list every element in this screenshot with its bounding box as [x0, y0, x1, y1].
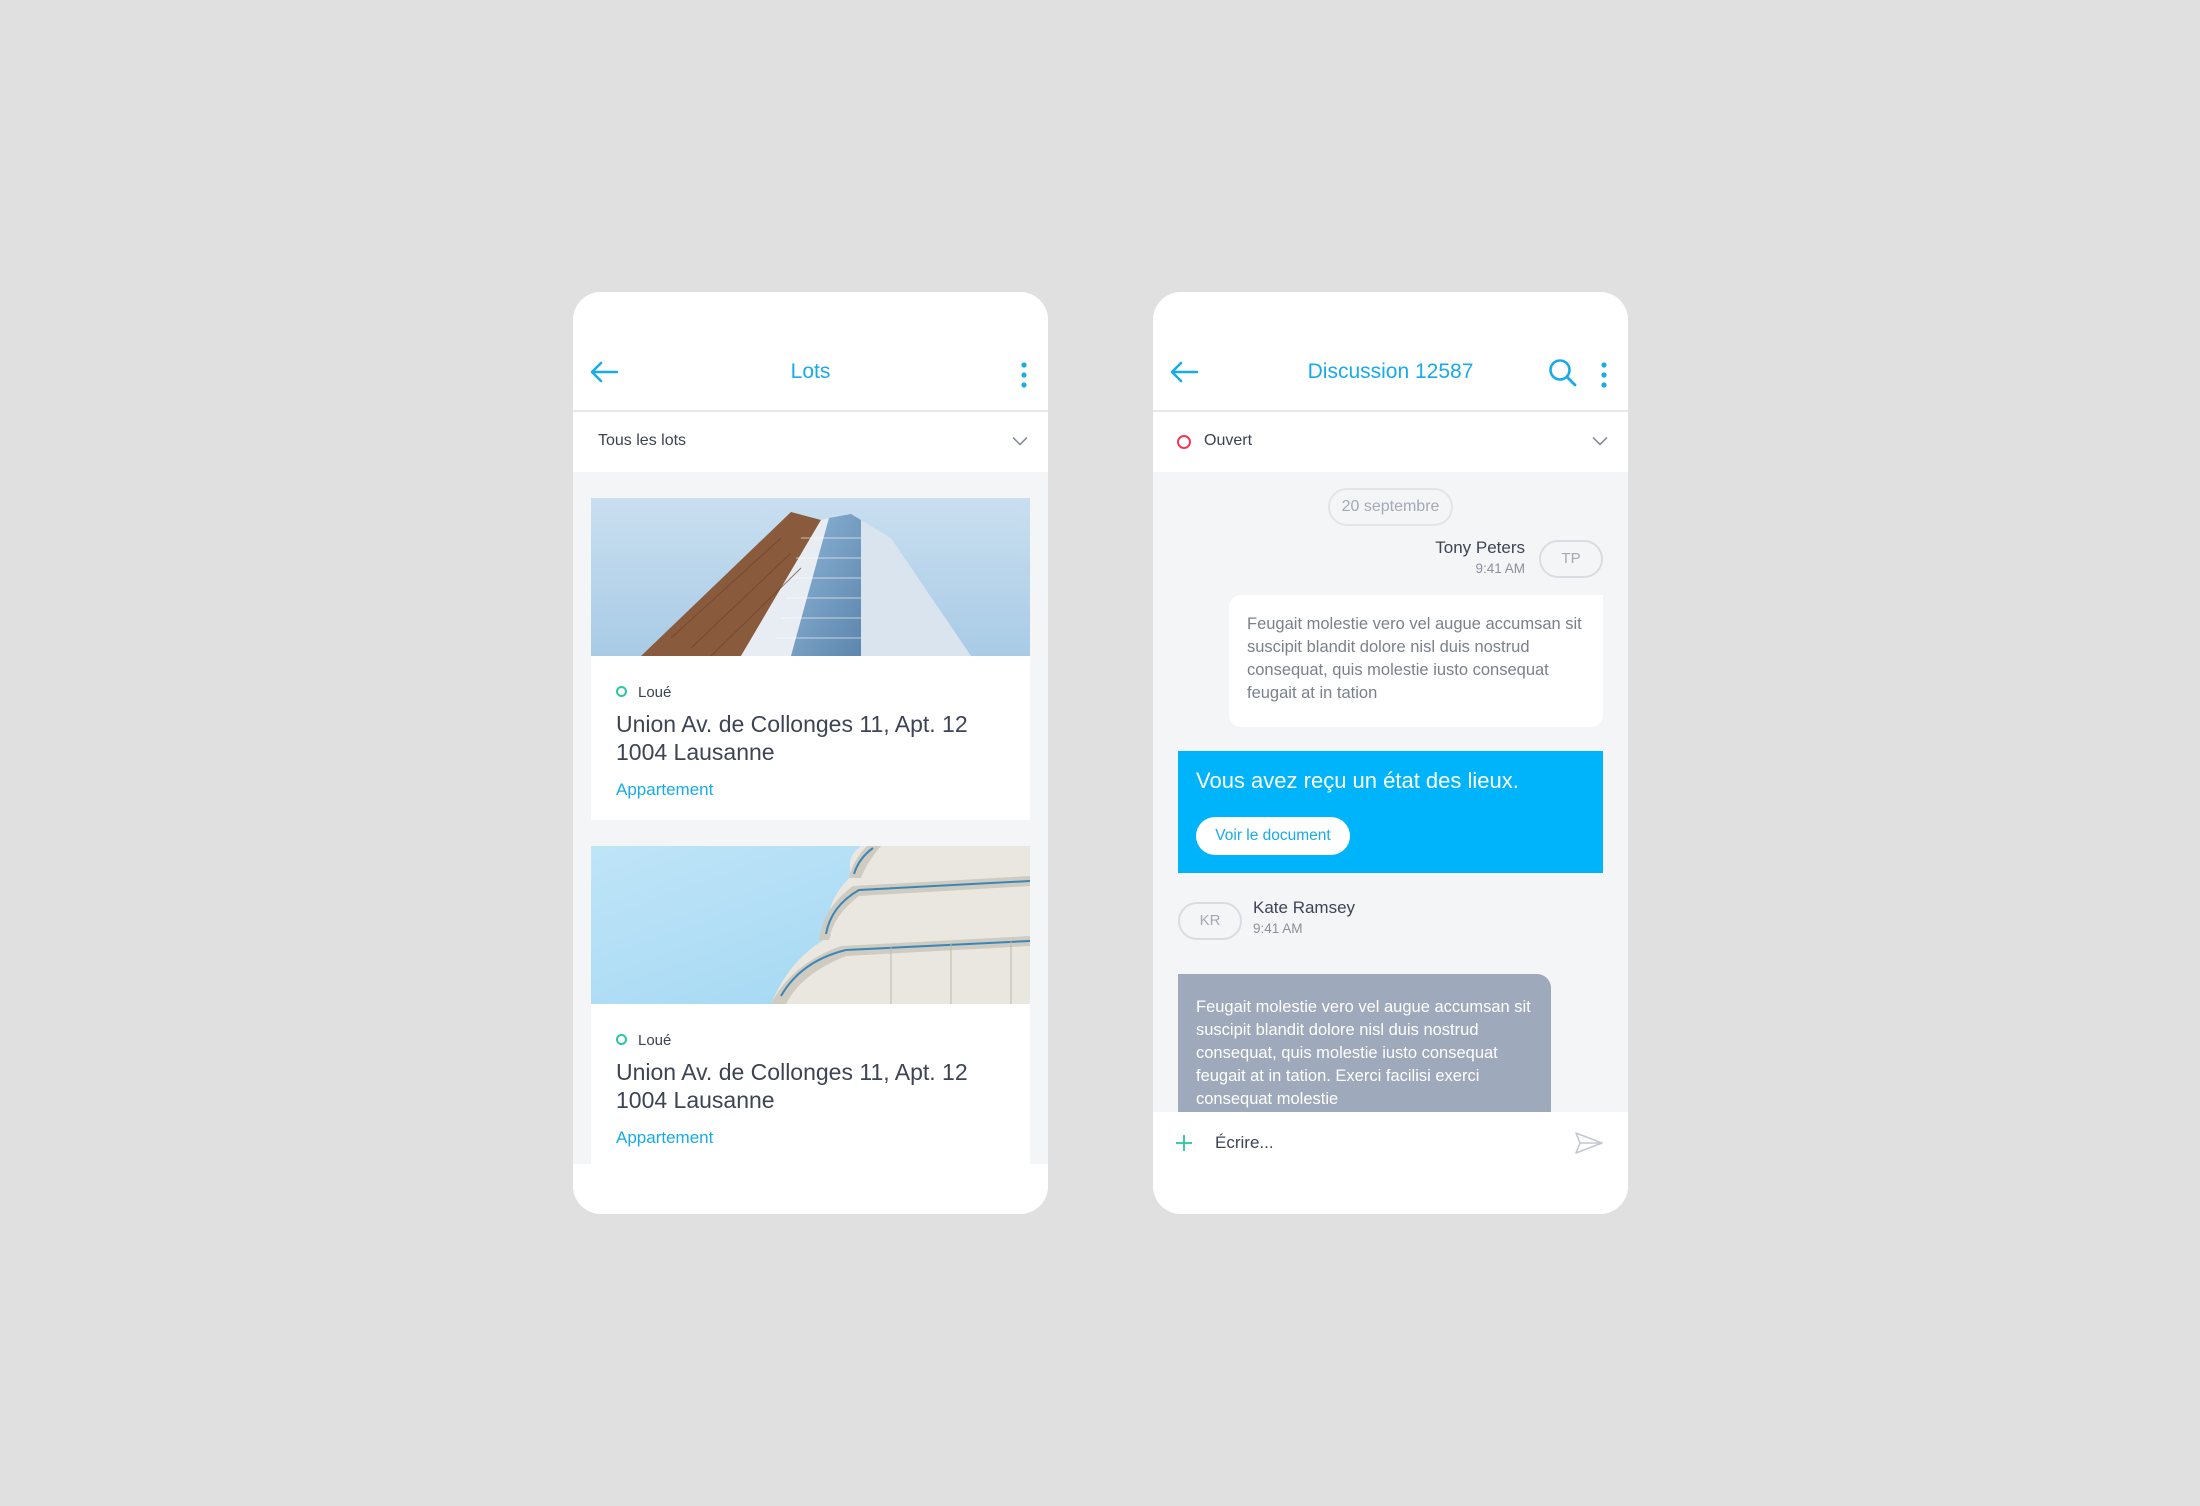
message-input[interactable] [1215, 1128, 1515, 1158]
bottom-safe-area [573, 1164, 1048, 1214]
message-composer [1153, 1112, 1628, 1214]
lot-status-label: Loué [638, 1032, 672, 1049]
lot-card[interactable]: Loué Union Av. de Collonges 11, Apt. 12 … [591, 846, 1030, 1164]
lots-filter-dropdown[interactable]: Tous les lots [573, 412, 1048, 472]
outgoing-message-bubble: Feugait molestie vero vel augue accumsan… [1229, 595, 1603, 727]
lots-app-bar: Lots [573, 292, 1048, 412]
view-document-button[interactable]: Voir le document [1196, 817, 1350, 855]
discussion-app-bar: Discussion 12587 [1153, 292, 1628, 412]
lot-address-line2: 1004 Lausanne [616, 1087, 775, 1113]
status-dot-icon [616, 1034, 627, 1045]
lot-address-line2: 1004 Lausanne [616, 739, 775, 765]
lot-card[interactable]: Loué Union Av. de Collonges 11, Apt. 12 … [591, 498, 1030, 820]
lot-status: Loué [616, 1032, 671, 1049]
chevron-down-icon [1592, 436, 1608, 446]
more-vertical-icon[interactable] [1020, 362, 1028, 388]
incoming-message-bubble: Feugait molestie vero vel augue accumsan… [1178, 974, 1551, 1112]
avatar[interactable]: TP [1539, 540, 1603, 578]
discussion-screen: Discussion 12587 Ouvert 20 septembre Ton… [1153, 292, 1628, 1214]
send-icon[interactable] [1575, 1132, 1603, 1154]
lot-address-line1: Union Av. de Collonges 11, Apt. 12 [616, 1059, 968, 1085]
message-time: 9:41 AM [1253, 921, 1303, 936]
lot-type: Appartement [616, 1128, 714, 1147]
lot-address-line1: Union Av. de Collonges 11, Apt. 12 [616, 711, 968, 737]
lot-status: Loué [616, 684, 671, 701]
more-vertical-icon[interactable] [1600, 362, 1608, 388]
lot-address: Union Av. de Collonges 11, Apt. 12 1004 … [616, 710, 1016, 766]
message-list: 20 septembre Tony Peters 9:41 AM TP Feug… [1153, 472, 1628, 1112]
message-meta: Kate Ramsey 9:41 AM [1253, 898, 1355, 936]
status-open-icon [1177, 435, 1191, 449]
building-balconies-photo [591, 846, 1030, 1004]
page-title: Lots [790, 360, 831, 383]
plus-icon[interactable] [1175, 1134, 1193, 1152]
building-tower-photo [591, 498, 1030, 656]
lot-type: Appartement [616, 780, 714, 799]
sender-name: Tony Peters [1435, 538, 1525, 557]
chevron-down-icon [1012, 436, 1028, 446]
lot-status-label: Loué [638, 684, 672, 701]
status-dot-icon [616, 686, 627, 697]
document-notification-card: Vous avez reçu un état des lieux. Voir l… [1178, 751, 1603, 873]
document-notification-text: Vous avez reçu un état des lieux. [1196, 768, 1519, 793]
filter-label: Tous les lots [598, 432, 687, 449]
sender-name: Kate Ramsey [1253, 898, 1356, 917]
search-icon[interactable] [1548, 358, 1578, 388]
lot-address: Union Av. de Collonges 11, Apt. 12 1004 … [616, 1058, 1016, 1114]
lots-screen: Lots Tous les lots Loué Union Av. de Col… [573, 292, 1048, 1214]
message-time: 9:41 AM [1475, 561, 1525, 576]
date-separator: 20 septembre [1328, 488, 1453, 526]
status-label: Ouvert [1204, 432, 1253, 449]
status-dropdown[interactable]: Ouvert [1153, 412, 1628, 472]
avatar[interactable]: KR [1178, 902, 1242, 940]
message-meta: Tony Peters 9:41 AM [1435, 538, 1525, 576]
lots-list: Loué Union Av. de Collonges 11, Apt. 12 … [573, 472, 1048, 1164]
